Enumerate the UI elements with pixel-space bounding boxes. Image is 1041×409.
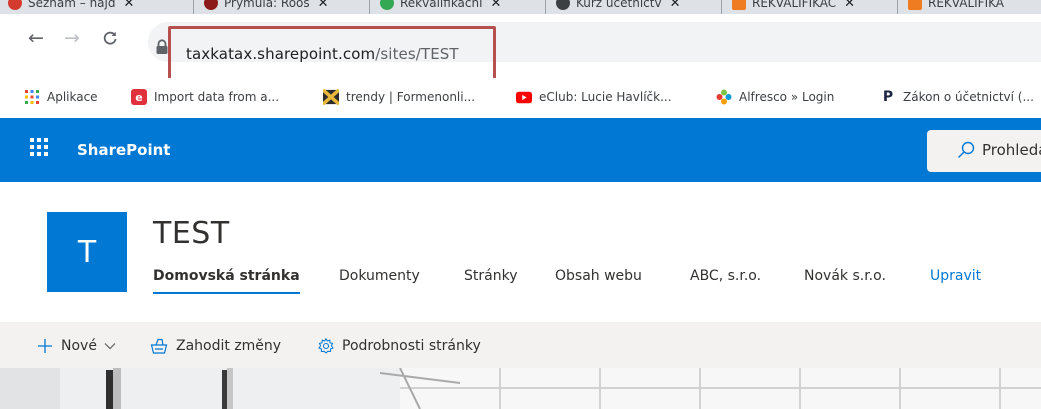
seznam-icon bbox=[8, 0, 22, 10]
back-arrow-icon[interactable]: ← bbox=[26, 28, 46, 48]
browser-tab[interactable]: REKVALIFIKA bbox=[908, 0, 1004, 14]
apps-grid-icon bbox=[24, 89, 40, 105]
nav-pages[interactable]: Stránky bbox=[464, 268, 517, 284]
browser-tab[interactable]: REKVALIFIKAC ✕ bbox=[732, 0, 855, 14]
tab-title: Rekvalifikační bbox=[400, 0, 483, 10]
tab-divider bbox=[721, 0, 722, 14]
rekvalifikace-orange-icon bbox=[908, 0, 922, 10]
rekvalifikace-icon bbox=[380, 0, 394, 10]
nav-active-indicator bbox=[153, 292, 300, 294]
browser-tab[interactable]: Kurz účetnictv ✕ bbox=[556, 0, 680, 14]
bookmark-zakon[interactable]: P Zákon o účetnictví (... bbox=[880, 86, 1034, 108]
nav-abc[interactable]: ABC, s.r.o. bbox=[690, 268, 761, 284]
tab-divider bbox=[545, 0, 546, 14]
p-icon: P bbox=[882, 89, 894, 105]
lock-icon[interactable] bbox=[155, 39, 169, 55]
alfresco-icon bbox=[716, 89, 732, 105]
bookmark-label: eClub: Lucie Havlíčk... bbox=[539, 90, 672, 104]
tab-close-icon[interactable]: ✕ bbox=[844, 0, 855, 11]
discard-icon bbox=[150, 338, 168, 354]
browser-tab-strip: Seznam – najd ✕ Prymula: Roos ✕ Rekvalif… bbox=[0, 0, 1041, 14]
browser-tab[interactable]: Prymula: Roos ✕ bbox=[204, 0, 329, 14]
discard-label: Zahodit změny bbox=[176, 338, 282, 354]
tab-close-icon[interactable]: ✕ bbox=[124, 0, 135, 11]
chevron-down-icon bbox=[104, 342, 116, 350]
plus-icon bbox=[37, 338, 53, 354]
reload-icon[interactable] bbox=[100, 28, 120, 48]
site-logo[interactable]: T bbox=[47, 212, 127, 292]
trendy-icon bbox=[323, 89, 339, 105]
kurz-icon bbox=[556, 0, 570, 10]
search-placeholder: Prohledat bbox=[982, 141, 1041, 159]
nav-site-contents[interactable]: Obsah webu bbox=[555, 268, 642, 284]
site-logo-letter: T bbox=[77, 234, 97, 270]
tab-title: REKVALIFIKA bbox=[928, 0, 1004, 10]
bookmark-import-data[interactable]: e Import data from a... bbox=[131, 86, 279, 108]
tab-close-icon[interactable]: ✕ bbox=[318, 0, 329, 11]
tab-close-icon[interactable]: ✕ bbox=[490, 0, 501, 11]
search-icon[interactable] bbox=[957, 141, 975, 159]
bookmark-apps[interactable]: Aplikace bbox=[24, 86, 98, 108]
browser-tab[interactable]: Rekvalifikační ✕ bbox=[380, 0, 501, 14]
bookmark-alfresco[interactable]: Alfresco » Login bbox=[716, 86, 834, 108]
bookmark-label: trendy | Formenonli... bbox=[346, 90, 476, 104]
tab-divider bbox=[193, 0, 194, 14]
hero-image bbox=[0, 368, 1041, 409]
tab-divider bbox=[897, 0, 898, 14]
app-launcher-icon[interactable] bbox=[30, 138, 48, 156]
bookmark-label: Aplikace bbox=[47, 90, 98, 104]
e-icon: e bbox=[131, 89, 147, 105]
rekvalifikace-orange-icon bbox=[732, 0, 746, 10]
tab-divider bbox=[369, 0, 370, 14]
nav-home[interactable]: Domovská stránka bbox=[153, 268, 300, 284]
page-details-label: Podrobnosti stránky bbox=[342, 338, 481, 354]
forward-arrow-icon[interactable]: → bbox=[62, 28, 82, 48]
site-title[interactable]: TEST bbox=[153, 216, 230, 251]
bookmark-label: Zákon o účetnictví (... bbox=[903, 90, 1034, 104]
browser-tab[interactable]: Seznam – najd ✕ bbox=[8, 0, 134, 14]
tab-close-icon[interactable]: ✕ bbox=[670, 0, 681, 11]
gear-icon bbox=[318, 338, 334, 354]
youtube-icon bbox=[516, 89, 532, 105]
bookmark-eclub[interactable]: eClub: Lucie Havlíčk... bbox=[516, 86, 672, 108]
tab-title: Kurz účetnictv bbox=[576, 0, 662, 10]
nav-novak[interactable]: Novák s.r.o. bbox=[804, 268, 886, 284]
new-button[interactable]: Nové bbox=[37, 336, 116, 356]
tab-title: Seznam – najd bbox=[28, 0, 116, 10]
nav-documents[interactable]: Dokumenty bbox=[339, 268, 420, 284]
tab-title: REKVALIFIKAC bbox=[752, 0, 837, 10]
bookmark-trendy[interactable]: trendy | Formenonli... bbox=[323, 86, 475, 108]
app-title[interactable]: SharePoint bbox=[77, 141, 170, 159]
discard-changes-button[interactable]: Zahodit změny bbox=[150, 336, 281, 356]
page-details-button[interactable]: Podrobnosti stránky bbox=[318, 336, 481, 356]
nav-edit-link[interactable]: Upravit bbox=[930, 268, 981, 284]
prymula-icon bbox=[204, 0, 218, 10]
url-highlight-box bbox=[168, 26, 496, 82]
bookmark-label: Alfresco » Login bbox=[739, 90, 835, 104]
bookmark-label: Import data from a... bbox=[154, 90, 280, 104]
new-label: Nové bbox=[61, 338, 97, 354]
tab-title: Prymula: Roos bbox=[224, 0, 310, 10]
